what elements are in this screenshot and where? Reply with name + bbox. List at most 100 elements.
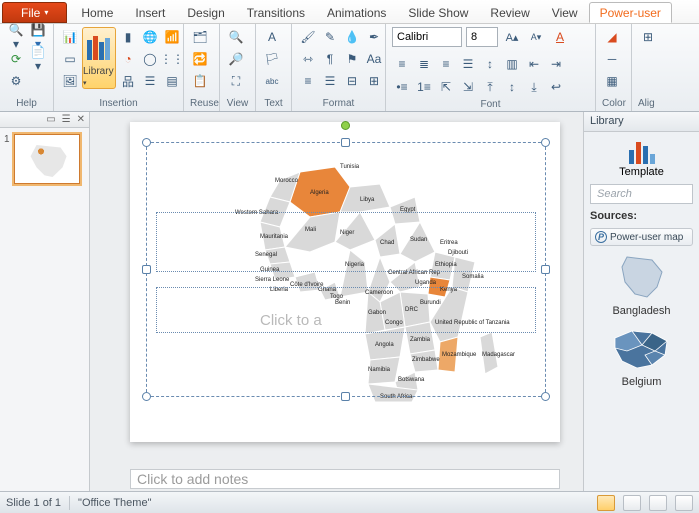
pie-icon[interactable]: ◔	[118, 49, 138, 69]
font-size-select[interactable]: 8	[466, 27, 498, 47]
handle-b[interactable]	[341, 392, 350, 401]
symbol-icon[interactable]: ¶	[320, 49, 340, 69]
textbox-icon[interactable]: A	[262, 27, 282, 47]
wrap-icon[interactable]: ↩	[546, 77, 566, 97]
slide-thumbnail[interactable]	[14, 134, 80, 184]
globe-icon[interactable]: 🌐	[140, 27, 160, 47]
library-item-bangladesh[interactable]: Bangladesh	[590, 252, 693, 317]
canvas[interactable]: Click to a	[90, 112, 583, 491]
handle-bl[interactable]	[142, 392, 151, 401]
justify-icon[interactable]: ☰	[458, 54, 478, 74]
stack-icon[interactable]: ▤	[162, 71, 182, 91]
reuse-2[interactable]: 🔁	[190, 49, 210, 69]
theme-color-icon[interactable]: ▦	[602, 71, 622, 91]
font-name-select[interactable]: Calibri	[392, 27, 462, 47]
handle-l[interactable]	[142, 265, 151, 274]
abc-icon[interactable]: abc	[262, 71, 282, 91]
valign-bot-icon[interactable]: ⤓	[524, 77, 544, 97]
subtitle-placeholder-frame[interactable]	[156, 287, 536, 333]
tab-insert[interactable]: Insert	[124, 2, 176, 23]
bar-chart-icon[interactable]: ▮	[118, 27, 138, 47]
help-button[interactable]: 🔍▾	[6, 27, 26, 47]
fill-color-icon[interactable]: ◢	[602, 27, 622, 47]
zoom-out-icon[interactable]: 🔎	[226, 49, 246, 69]
align-obj-icon[interactable]: ⊞	[638, 27, 658, 47]
reading-view-button[interactable]	[649, 495, 667, 511]
settings-button[interactable]: ⚙	[6, 71, 26, 91]
eyedrop-icon[interactable]: 💧	[342, 27, 362, 47]
close-panel-icon[interactable]: ✕	[77, 114, 85, 125]
donut-icon[interactable]: ◯	[140, 49, 160, 69]
library-search-input[interactable]: Search	[590, 184, 693, 204]
stair-icon[interactable]: 📶	[162, 27, 182, 47]
valign-top-icon[interactable]: ⤒	[480, 77, 500, 97]
tab-animations[interactable]: Animations	[316, 2, 397, 23]
page-button[interactable]: 📄▾	[28, 49, 48, 69]
font-color-icon[interactable]: A	[550, 27, 570, 47]
tab-transitions[interactable]: Transitions	[236, 2, 316, 23]
handle-br[interactable]	[541, 392, 550, 401]
library-templates-tab[interactable]: Template	[590, 138, 693, 178]
handle-r[interactable]	[541, 265, 550, 274]
shrink-font-icon[interactable]: A▾	[526, 27, 546, 47]
reuse-3[interactable]: 📋	[190, 71, 210, 91]
pipette-icon[interactable]: ✒	[364, 27, 384, 47]
library-button[interactable]: Library	[82, 27, 116, 89]
save-button[interactable]: 💾▾	[28, 27, 48, 47]
lang-icon[interactable]: 🏳	[262, 49, 282, 69]
tab-design[interactable]: Design	[176, 2, 235, 23]
case-icon[interactable]: Aa	[364, 49, 384, 69]
line-color-icon[interactable]: ─	[602, 49, 622, 69]
align-left-icon[interactable]: ≡	[392, 54, 412, 74]
bullet-icon[interactable]: ≡	[298, 71, 318, 91]
chart-button[interactable]: 📊	[60, 27, 80, 47]
list-icon[interactable]: ☰	[140, 71, 160, 91]
outline-tab-icon[interactable]: ▭	[46, 114, 55, 125]
flag-icon[interactable]: ⚑	[342, 49, 362, 69]
align-right-icon[interactable]: ≡	[436, 54, 456, 74]
title-placeholder-frame[interactable]	[156, 212, 536, 272]
tab-power-user[interactable]: Power-user	[589, 2, 672, 23]
fit-icon[interactable]: ⛶	[226, 71, 246, 91]
slide-button[interactable]: ▭	[60, 49, 80, 69]
columns-icon[interactable]: ▥	[502, 54, 522, 74]
tab-slideshow[interactable]: Slide Show	[397, 2, 479, 23]
thumb-tab-icon[interactable]: ☰	[62, 114, 71, 125]
notes-pane[interactable]: Click to add notes	[130, 469, 560, 489]
normal-view-button[interactable]	[597, 495, 615, 511]
zoom-in-icon[interactable]: 🔍	[226, 27, 246, 47]
tab-view[interactable]: View	[541, 2, 589, 23]
inc-indent-icon[interactable]: ⇲	[458, 77, 478, 97]
tab-file[interactable]: File	[2, 2, 67, 23]
handle-tr[interactable]	[541, 138, 550, 147]
image-button[interactable]: 🖼	[60, 71, 80, 91]
brush-icon[interactable]: ✎	[320, 27, 340, 47]
indent-icon[interactable]: ⊟	[342, 71, 362, 91]
handle-rotate[interactable]	[341, 121, 350, 130]
library-item-belgium[interactable]: Belgium	[590, 323, 693, 388]
line-spacing-icon[interactable]: ↕	[480, 54, 500, 74]
source-poweruser[interactable]: P Power-user map	[590, 228, 693, 246]
sorter-view-button[interactable]	[623, 495, 641, 511]
align-center-icon[interactable]: ≣	[414, 54, 434, 74]
org-icon[interactable]: 品	[118, 71, 138, 91]
valign-mid-icon[interactable]: ↕	[502, 77, 522, 97]
grow-font-icon[interactable]: A▴	[502, 27, 522, 47]
nodes-icon[interactable]: ⋮⋮	[162, 49, 182, 69]
refresh-button[interactable]: ⟳	[6, 49, 26, 69]
slideshow-view-button[interactable]	[675, 495, 693, 511]
tab-review[interactable]: Review	[479, 2, 540, 23]
bullets-icon[interactable]: •≡	[392, 77, 412, 97]
reuse-1[interactable]: 🗂	[190, 27, 210, 47]
numbering-icon[interactable]: 1≡	[414, 77, 434, 97]
paint-icon[interactable]: 🖌	[298, 27, 318, 47]
spacing-icon[interactable]: ⇿	[298, 49, 318, 69]
tab-home[interactable]: Home	[70, 2, 124, 23]
outdent-icon[interactable]: ⊞	[364, 71, 384, 91]
indent-l-icon[interactable]: ⇤	[524, 54, 544, 74]
dec-indent-icon[interactable]: ⇱	[436, 77, 456, 97]
handle-t[interactable]	[341, 138, 350, 147]
indent-r-icon[interactable]: ⇥	[546, 54, 566, 74]
numlist-icon[interactable]: ☰	[320, 71, 340, 91]
handle-tl[interactable]	[142, 138, 151, 147]
